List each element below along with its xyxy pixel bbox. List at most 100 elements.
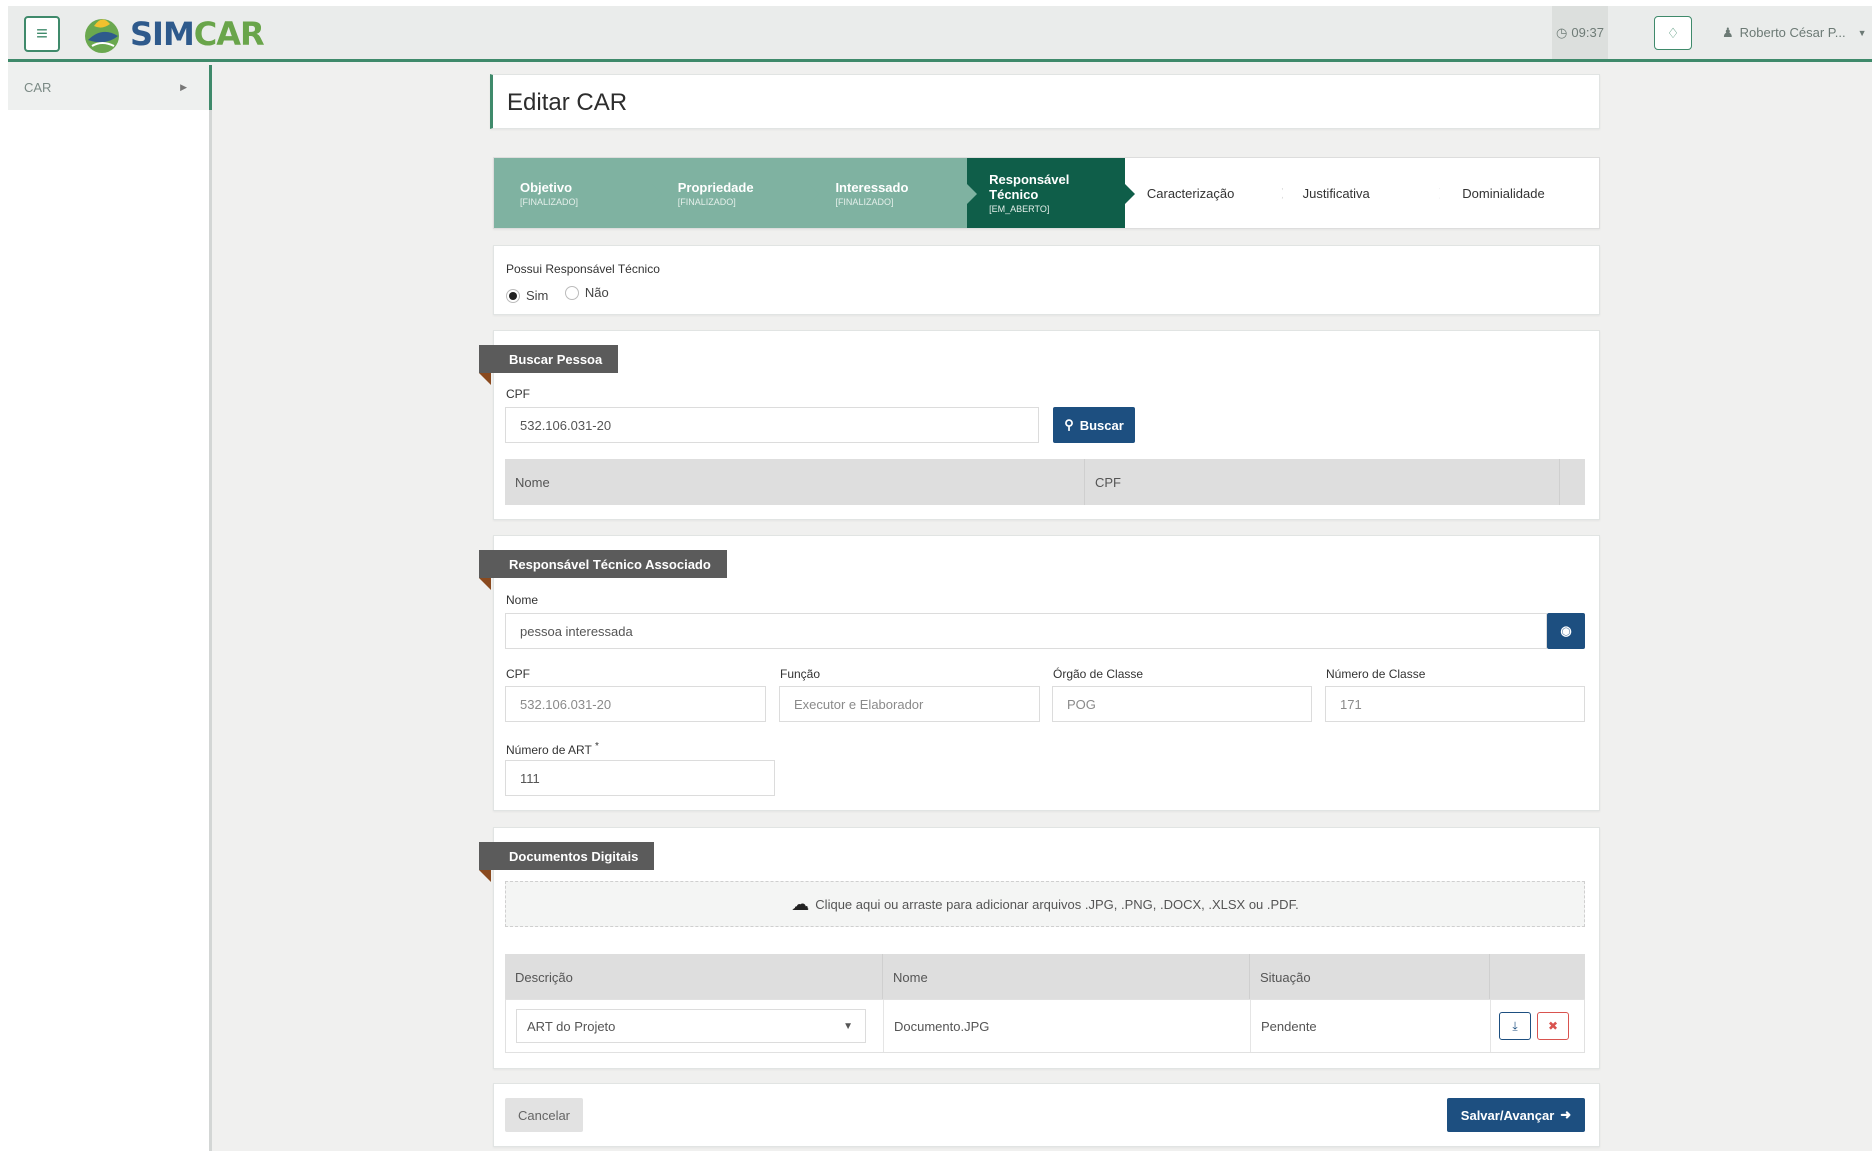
section-tag: Responsável Técnico Associado: [479, 550, 727, 590]
top-header: ≡ SIMCAR ◷ 09:37 ♢ ♟ Roberto César P... …: [8, 6, 1872, 62]
step-status: [FINALIZADO]: [677, 196, 736, 207]
orgao-label: Órgão de Classe: [1053, 667, 1144, 681]
sidebar-item-label: CAR: [24, 80, 52, 95]
download-button[interactable]: ⤓: [1499, 1012, 1531, 1040]
radio-checked-icon: [506, 288, 520, 303]
step-status: [EM_ABERTO]: [989, 204, 1050, 214]
orgao-field: POG: [1052, 686, 1312, 722]
actions-cell: ⤓ ✖: [1491, 1000, 1584, 1052]
file-dropzone[interactable]: ☁ Clique aqui ou arraste para adicionar …: [505, 881, 1585, 927]
session-clock: ◷ 09:37: [1552, 6, 1608, 59]
column-header-nome[interactable]: Nome: [505, 459, 1085, 505]
sidebar-item-car[interactable]: CAR ▶: [8, 65, 212, 110]
menu-toggle-button[interactable]: ≡: [24, 16, 60, 52]
cpf-field: 532.106.031-20: [505, 686, 766, 722]
possui-responsavel-panel: Possui Responsável Técnico Sim Não: [493, 245, 1600, 315]
clock-icon: ◷: [1556, 24, 1568, 40]
step-label: Justificativa: [1302, 185, 1370, 201]
table-row: ART do Projeto ▼ Documento.JPG Pendente …: [505, 999, 1585, 1053]
radio-sim[interactable]: Sim: [506, 288, 548, 303]
arrow-right-icon: ➜: [1560, 1107, 1572, 1122]
funcao-field: Executor e Elaborador: [779, 686, 1040, 722]
column-header-nome[interactable]: Nome: [883, 954, 1250, 1000]
radio-unchecked-icon: [564, 285, 579, 300]
funcao-label: Função: [780, 667, 821, 681]
cpf-label: CPF: [506, 667, 530, 681]
column-header-descricao[interactable]: Descrição: [505, 954, 883, 1000]
column-header-situacao[interactable]: Situação: [1250, 954, 1490, 1000]
search-results-header: Nome CPF: [505, 459, 1585, 505]
step-justificativa[interactable]: Justificativa ❯: [1282, 158, 1446, 228]
cpf-search-input[interactable]: 532.106.031-20: [505, 407, 1039, 443]
logo-wordmark: SIMCAR: [130, 15, 265, 53]
clock-time: 09:37: [1571, 25, 1604, 40]
radio-label: Sim: [526, 288, 549, 303]
step-objetivo[interactable]: Objetivo [FINALIZADO]: [494, 158, 662, 228]
sidebar: CAR ▶: [8, 65, 212, 1151]
step-label: Responsável Técnico: [989, 172, 1070, 202]
cpf-label: CPF: [506, 387, 530, 401]
notifications-button[interactable]: ♢: [1654, 16, 1692, 50]
buscar-button[interactable]: ⚲ Buscar: [1053, 407, 1135, 443]
select-value: ART do Projeto: [527, 1018, 616, 1034]
cancel-button[interactable]: Cancelar: [505, 1098, 583, 1132]
chevron-right-icon: ▶: [180, 82, 187, 92]
download-icon: ⤓: [1512, 1018, 1518, 1033]
search-icon: ⚲: [1064, 417, 1074, 432]
radio-label: Não: [584, 285, 609, 300]
descricao-cell: ART do Projeto ▼: [506, 1000, 884, 1052]
nome-label: Nome: [506, 593, 539, 607]
save-advance-button[interactable]: Salvar/Avançar ➜: [1447, 1098, 1585, 1132]
dropzone-text: Clique aqui ou arraste para adicionar ar…: [815, 896, 1299, 912]
possui-radio-group: Sim Não: [506, 285, 621, 305]
step-status: [FINALIZADO]: [520, 196, 579, 207]
section-tag: Documentos Digitais: [479, 842, 655, 882]
nome-cell: Documento.JPG: [884, 1000, 1251, 1052]
caret-down-icon: ▼: [843, 1020, 853, 1032]
cloud-upload-icon: ☁: [791, 893, 810, 914]
situacao-cell: Pendente: [1251, 1000, 1491, 1052]
step-label: Dominialidade: [1462, 185, 1545, 201]
nome-field[interactable]: pessoa interessada: [505, 613, 1547, 649]
radio-nao[interactable]: Não: [564, 285, 609, 300]
button-label: Salvar/Avançar: [1460, 1107, 1555, 1123]
button-label: Buscar: [1079, 417, 1124, 433]
user-name: Roberto César P...: [1739, 25, 1846, 40]
wizard-steps: Objetivo [FINALIZADO] Propriedade [FINAL…: [493, 157, 1600, 229]
numero-classe-field: 171: [1325, 686, 1585, 722]
delete-button[interactable]: ✖: [1537, 1012, 1569, 1040]
required-marker: *: [594, 741, 599, 752]
step-status: [FINALIZADO]: [835, 196, 894, 207]
art-label-text: Número de ART: [506, 743, 592, 757]
column-header-actions: [1490, 954, 1585, 1000]
logo-leaf-icon: [85, 19, 119, 53]
view-button[interactable]: ◉: [1547, 613, 1585, 649]
caret-down-icon: ▼: [1857, 27, 1867, 38]
section-tag: Buscar Pessoa: [479, 345, 619, 385]
step-label: Propriedade: [677, 179, 754, 195]
step-dominialidade[interactable]: Dominialidade: [1440, 158, 1599, 228]
step-label: Interessado: [835, 179, 909, 195]
eye-icon: ◉: [1560, 623, 1572, 638]
simcar-logo[interactable]: SIMCAR: [80, 12, 265, 56]
trash-icon: ✖: [1547, 1019, 1559, 1033]
documents-table-header: Descrição Nome Situação: [505, 954, 1585, 1000]
possui-label: Possui Responsável Técnico: [506, 262, 660, 276]
page-title-panel: Editar CAR: [490, 74, 1600, 129]
bell-icon: ♢: [1666, 24, 1680, 41]
user-icon: ♟: [1722, 24, 1734, 40]
user-menu[interactable]: ♟ Roberto César P... ▼: [1722, 6, 1867, 59]
column-header-cpf[interactable]: CPF: [1085, 459, 1560, 505]
step-label: Objetivo: [520, 179, 573, 195]
step-propriedade[interactable]: Propriedade [FINALIZADO]: [651, 158, 820, 228]
step-caracterizacao[interactable]: Caracterização ❯: [1124, 158, 1289, 228]
step-interessado[interactable]: Interessado [FINALIZADO]: [809, 158, 977, 228]
form-actions-panel: [493, 1083, 1600, 1147]
numero-classe-label: Número de Classe: [1326, 667, 1426, 681]
page-title: Editar CAR: [507, 89, 628, 116]
hamburger-icon: ≡: [36, 22, 48, 45]
step-responsavel-tecnico[interactable]: Responsável Técnico [EM_ABERTO]: [967, 158, 1135, 228]
art-label: Número de ART *: [506, 741, 599, 757]
art-number-input[interactable]: 111: [505, 760, 775, 796]
descricao-select[interactable]: ART do Projeto ▼: [516, 1009, 866, 1043]
